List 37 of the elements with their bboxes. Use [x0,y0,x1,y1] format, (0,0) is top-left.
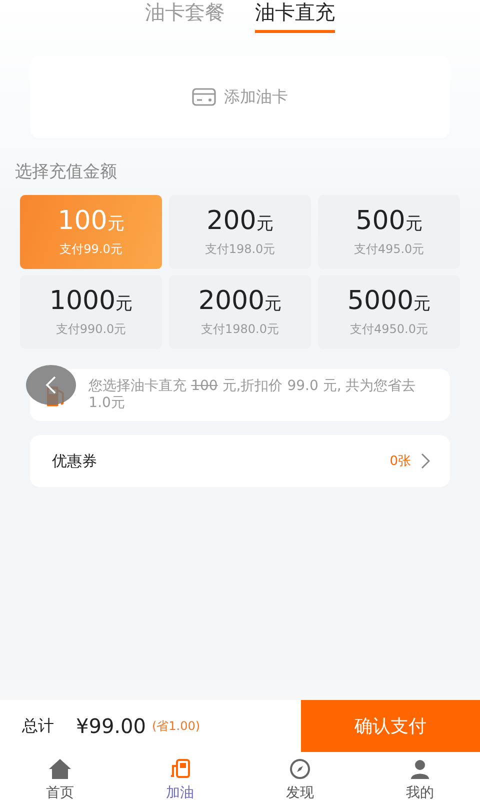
notice-text: 您选择油卡直充 100 元,折扣价 99.0 元, 共为您省去 1.0元 [88,378,417,412]
amount-option[interactable]: 200元 支付198.0元 [169,195,311,269]
nav-item[interactable]: 发现 [240,752,360,800]
card-icon [192,88,216,106]
saving-text: (省1.00) [152,718,200,734]
coupon-row[interactable]: 优惠券 0张 [30,435,450,487]
amount-option[interactable]: 500元 支付495.0元 [318,195,460,269]
nav-item[interactable]: 我的 [360,752,480,800]
pay-text: 支付198.0元 [204,241,276,258]
nav-item[interactable]: 加油 [120,752,240,800]
amount-option[interactable]: 1000元 支付990.0元 [20,275,162,349]
amount-text: 2000元 [198,286,282,318]
pay-text: 支付4950.0元 [350,321,428,338]
total-label: 总计 [22,716,54,736]
pay-text: 支付1980.0元 [201,321,279,338]
person-icon [409,758,431,780]
pay-text: 支付495.0元 [354,241,424,258]
amount-text: 5000元 [347,286,431,318]
amount-text: 100元 [58,206,124,238]
tab[interactable]: 油卡直充 [255,0,335,33]
pay-text: 支付990.0元 [56,321,126,338]
back-icon [45,376,57,394]
amount-text: 500元 [356,206,422,238]
chevron-right-icon [421,453,430,469]
nav-item[interactable]: 首页 [0,752,120,800]
amount-option[interactable]: 2000元 支付1980.0元 [169,275,311,349]
compass-icon [289,758,311,780]
total-amount: ¥99.00 [76,714,146,738]
fuel-pump-icon [168,758,192,780]
home-icon [48,758,72,780]
pay-text: 支付99.0元 [60,241,122,258]
back-button[interactable] [26,365,76,405]
amount-text: 1000元 [49,286,133,318]
amount-text: 200元 [206,206,274,238]
coupon-count: 0张 [390,453,411,470]
amount-option[interactable]: 5000元 支付4950.0元 [318,275,460,349]
section-title: 选择充值金额 [15,161,118,183]
